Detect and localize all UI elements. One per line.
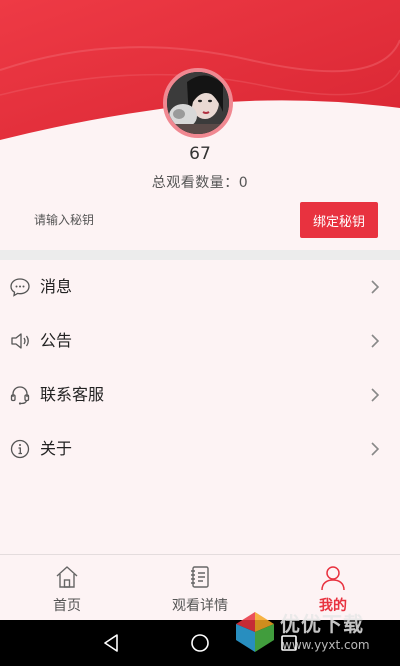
total-views-label: 总观看数量： xyxy=(151,175,239,191)
total-views-count: 0 xyxy=(238,175,249,191)
settings-menu: 消息 公告 联系客服 关于 xyxy=(0,260,400,476)
menu-item-customer-service[interactable]: 联系客服 xyxy=(0,368,400,422)
tab-home[interactable]: 首页 xyxy=(27,555,107,621)
total-views: 总观看数量：0 xyxy=(0,172,400,192)
secret-key-input[interactable] xyxy=(24,206,294,234)
menu-item-about[interactable]: 关于 xyxy=(0,422,400,476)
chevron-right-icon xyxy=(371,334,380,348)
menu-item-label: 消息 xyxy=(40,277,73,296)
home-button-icon[interactable] xyxy=(189,632,211,654)
menu-item-announcements[interactable]: 公告 xyxy=(0,314,400,368)
secret-key-row: 绑定秘钥 xyxy=(0,200,400,240)
tab-label: 首页 xyxy=(53,598,81,614)
menu-item-label: 公告 xyxy=(40,331,73,350)
chevron-right-icon xyxy=(371,280,380,294)
info-icon xyxy=(10,439,30,459)
avatar-image xyxy=(167,72,229,134)
chevron-right-icon xyxy=(371,388,380,402)
message-icon xyxy=(10,278,30,297)
menu-item-label: 联系客服 xyxy=(40,385,105,404)
watermark-url: www.yyxt.com xyxy=(282,638,370,652)
username: 67 xyxy=(189,144,211,164)
notebook-icon xyxy=(191,566,209,588)
chevron-right-icon xyxy=(371,442,380,456)
tab-label: 观看详情 xyxy=(172,598,228,614)
tab-view-details[interactable]: 观看详情 xyxy=(160,555,240,621)
profile-screen: 67 总观看数量：0 绑定秘钥 消息 公告 xyxy=(0,0,400,666)
speaker-icon xyxy=(11,333,29,349)
watermark-title: 优优下载 xyxy=(280,612,364,636)
menu-item-messages[interactable]: 消息 xyxy=(0,260,400,314)
avatar[interactable] xyxy=(163,68,233,138)
back-icon[interactable] xyxy=(100,632,122,654)
user-icon xyxy=(321,566,345,591)
headset-icon xyxy=(10,386,30,405)
section-divider xyxy=(0,250,400,260)
watermark: 优优下载 www.yyxt.com xyxy=(232,606,392,662)
watermark-logo-icon xyxy=(236,612,274,652)
menu-item-label: 关于 xyxy=(40,439,73,458)
bind-key-button[interactable]: 绑定秘钥 xyxy=(300,202,378,238)
home-icon xyxy=(56,566,78,588)
